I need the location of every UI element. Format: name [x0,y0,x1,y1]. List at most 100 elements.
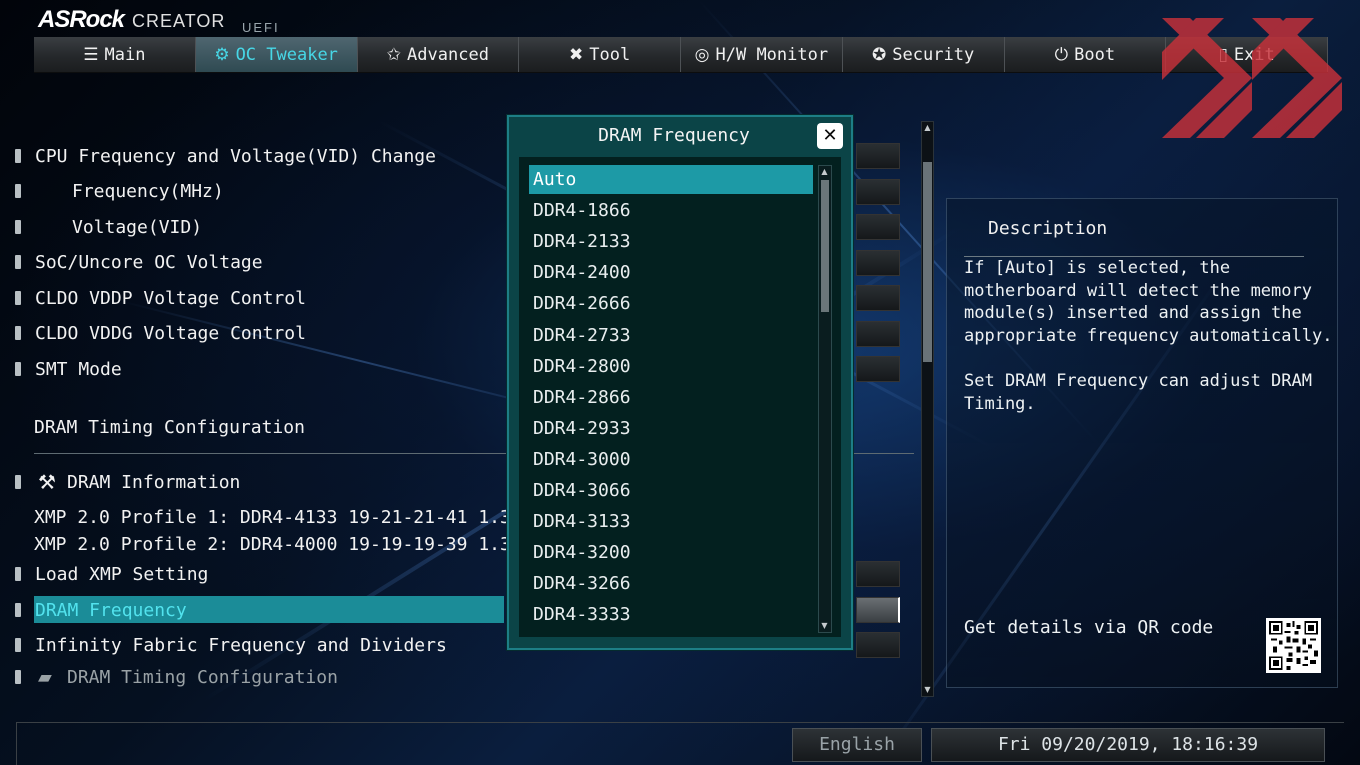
menu-label: SoC/Uncore OC Voltage [35,251,263,273]
value-box-cldo-vddg[interactable] [856,321,900,347]
qr-code-label: Get details via QR code [964,617,1214,638]
qr-code-icon[interactable] [1266,618,1321,673]
tab-advanced[interactable]: ✩ Advanced [358,37,520,72]
frequency-option[interactable]: DDR4-2133 [529,227,813,256]
tab-label: Boot [1074,44,1116,65]
popup-scrollbar[interactable]: ▲ ▼ [818,165,832,633]
bullet-icon [15,220,21,234]
bullet-icon [15,638,21,652]
brand-name: ASRock [38,6,125,33]
menu-label: Load XMP Setting [35,563,209,585]
close-icon[interactable]: ✕ [817,123,843,149]
dram-frequency-popup: DRAM Frequency ✕ ▲ ▼ Auto DDR4-1866 DDR4-2… [507,115,853,650]
bullet-icon [15,567,21,581]
star-icon: ✩ [386,44,402,65]
target-icon: ◎ [694,44,710,65]
language-button[interactable]: English [792,728,922,762]
frequency-option[interactable]: DDR4-3133 [529,507,813,536]
bullet-icon [15,326,21,340]
scroll-up-arrow-icon[interactable]: ▲ [819,166,830,178]
tab-label: H/W Monitor [715,44,829,65]
tab-tool[interactable]: ✖ Tool [519,37,681,72]
frequency-option[interactable]: DDR4-2666 [529,289,813,318]
uefi-label: UEFI [242,20,280,35]
scroll-down-arrow-icon[interactable]: ▼ [922,684,933,696]
tab-security[interactable]: ✪ Security [843,37,1005,72]
value-box-soc-uncore[interactable] [856,250,900,276]
power-icon: ⏻ [1054,44,1069,65]
bullet-icon [15,291,21,305]
folder-icon: ▰ [38,666,52,688]
tab-label: Advanced [407,44,489,65]
menu-label: Infinity Fabric Frequency and Dividers [35,634,447,656]
tab-label: OC Tweaker [235,44,338,65]
bullet-icon [15,255,21,269]
frequency-option[interactable]: Auto [529,165,813,194]
menu-label: CLDO VDDP Voltage Control [35,287,306,309]
tab-oc-tweaker[interactable]: ⚙ OC Tweaker [195,37,358,72]
description-title: Description [988,218,1108,239]
value-box-smt-mode[interactable] [856,356,900,382]
tools-icon: ⚒ [38,470,56,494]
product-name: CREATOR [132,11,226,31]
info-label: XMP 2.0 Profile 2: DDR4-4000 19-19-19-39… [34,533,533,555]
menu-label: SMT Mode [35,358,122,380]
date-time-display: Fri 09/20/2019, 18:16:39 [931,728,1325,762]
list-icon: ☰ [83,44,99,65]
frequency-option[interactable]: DDR4-2933 [529,414,813,443]
frequency-option[interactable]: DDR4-2800 [529,352,813,381]
menu-label: DRAM Information [67,471,241,493]
menu-label: Voltage(VID) [72,216,203,238]
main-scrollbar[interactable]: ▲ ▼ [921,121,934,697]
value-box-dram-frequency[interactable] [856,597,900,623]
value-box-voltage[interactable] [856,214,900,240]
frequency-option[interactable]: DDR4-3066 [529,476,813,505]
frequency-option-list: ▲ ▼ Auto DDR4-1866 DDR4-2133 DDR4-2400 DDR4-… [519,157,841,637]
info-label: XMP 2.0 Profile 1: DDR4-4133 19-21-21-41… [34,506,533,528]
value-box-cldo-vddp[interactable] [856,285,900,311]
description-paragraph-1: If [Auto] is selected, the motherboard w… [964,258,1333,346]
value-box-infinity-fabric[interactable] [856,632,900,658]
section-label: DRAM Timing Configuration [34,416,305,438]
tab-label: Security [892,44,975,65]
bullet-icon [15,670,21,684]
frequency-option[interactable]: DDR4-2733 [529,321,813,350]
bullet-icon [15,362,21,376]
watermark-xx-logo [1162,18,1342,138]
description-paragraph-2: Set DRAM Frequency can adjust DRAM Timin… [964,371,1312,414]
asrock-logo: ASRock CREATOR UEFI [38,6,278,36]
value-box-load-xmp[interactable] [856,561,900,587]
menu-label: DRAM Frequency [35,599,187,621]
frequency-option[interactable]: DDR4-3000 [529,445,813,474]
tools-icon: ✖ [569,44,584,65]
scrollbar-thumb[interactable] [923,162,932,362]
shield-icon: ✪ [872,44,887,65]
scrollbar-thumb[interactable] [821,180,829,312]
frequency-option[interactable]: DDR4-2400 [529,258,813,287]
main-tab-bar: ☰ Main ⚙ OC Tweaker ✩ Advanced ✖ Tool ◎ H/W Monit… [34,37,1328,73]
frequency-option[interactable]: DDR4-1866 [529,196,813,225]
frequency-option[interactable]: DDR4-2866 [529,383,813,412]
popup-title: DRAM Frequency [598,125,750,146]
frequency-option[interactable]: DDR4-3200 [529,538,813,567]
rocket-icon: ⚙ [214,44,230,65]
menu-label: CLDO VDDG Voltage Control [35,322,306,344]
bullet-icon [15,149,21,163]
value-box-cpu-frequency[interactable] [856,143,900,169]
frequency-option[interactable]: DDR4-3266 [529,569,813,598]
frequency-option[interactable]: DDR4-3333 [529,600,813,629]
menu-label: DRAM Timing Configuration [67,666,338,688]
bullet-icon [15,603,21,617]
bullet-icon [15,475,21,489]
tab-main[interactable]: ☰ Main [34,37,196,72]
bullet-icon [15,184,21,198]
scroll-up-arrow-icon[interactable]: ▲ [922,122,933,134]
menu-label: Frequency(MHz) [72,180,224,202]
scroll-down-arrow-icon[interactable]: ▼ [819,620,830,632]
menu-label: CPU Frequency and Voltage(VID) Change [35,145,436,167]
tab-label: Main [104,44,146,65]
tab-h-w-monitor[interactable]: ◎ H/W Monitor [681,37,843,72]
tab-label: Tool [589,44,631,65]
value-box-frequency[interactable] [856,179,900,205]
tab-boot[interactable]: ⏻ Boot [1005,37,1167,72]
